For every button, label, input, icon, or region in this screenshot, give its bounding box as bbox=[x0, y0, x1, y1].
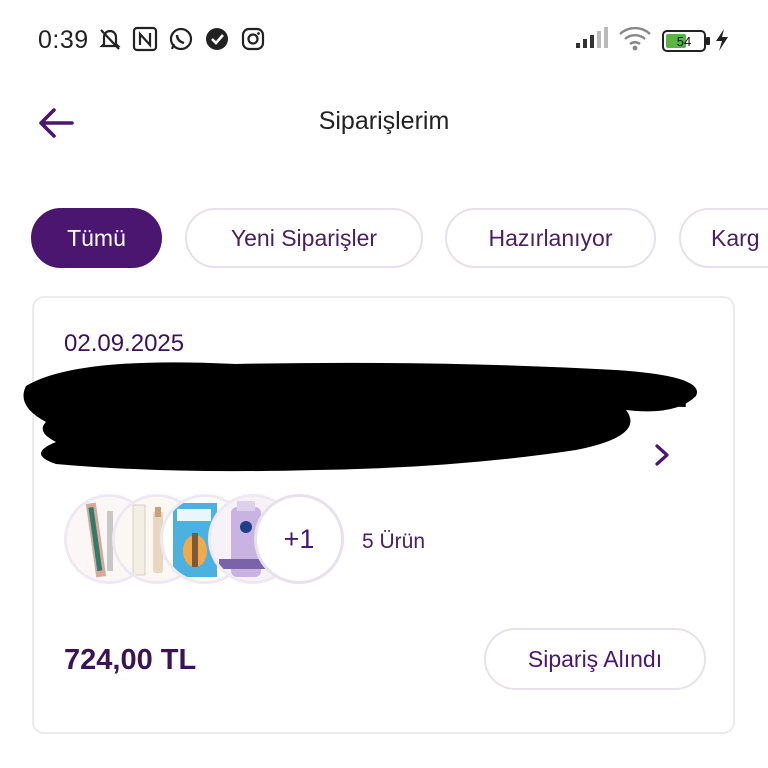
tab-preparing[interactable]: Hazırlanıyor bbox=[445, 208, 656, 268]
wifi-icon bbox=[619, 26, 651, 51]
chevron-right-icon[interactable] bbox=[651, 442, 673, 468]
check-circle-icon bbox=[206, 28, 228, 50]
tab-shipping[interactable]: Karg bbox=[679, 208, 768, 268]
nfc-icon bbox=[132, 26, 158, 52]
bell-off-icon bbox=[99, 29, 121, 50]
battery-level: 54 bbox=[677, 34, 691, 49]
order-card[interactable]: 02.09.2025 +1 5 Ürün 724,00 TL Sipariş A… bbox=[23, 296, 735, 734]
filter-tabs: Tümü Yeni Siparişler Hazırlanıyor Karg bbox=[31, 208, 768, 272]
charging-icon bbox=[716, 29, 728, 51]
more-products-badge: +1 bbox=[254, 494, 344, 584]
order-price: 724,00 TL bbox=[64, 644, 197, 676]
whatsapp-icon bbox=[169, 27, 193, 51]
page-title: Siparişlerim bbox=[318, 107, 450, 135]
status-time: 0:39 bbox=[38, 26, 89, 54]
redaction-scribble bbox=[23, 362, 697, 472]
battery-icon: 54 bbox=[662, 30, 710, 52]
signal-icon bbox=[576, 27, 608, 48]
tab-all[interactable]: Tümü bbox=[31, 208, 162, 268]
order-status-button[interactable]: Sipariş Alındı bbox=[484, 628, 706, 690]
tab-new-orders[interactable]: Yeni Siparişler bbox=[185, 208, 423, 268]
product-count: 5 Ürün bbox=[362, 530, 426, 553]
instagram-icon bbox=[241, 27, 265, 51]
status-bar: 0:39 54 bbox=[0, 0, 768, 80]
